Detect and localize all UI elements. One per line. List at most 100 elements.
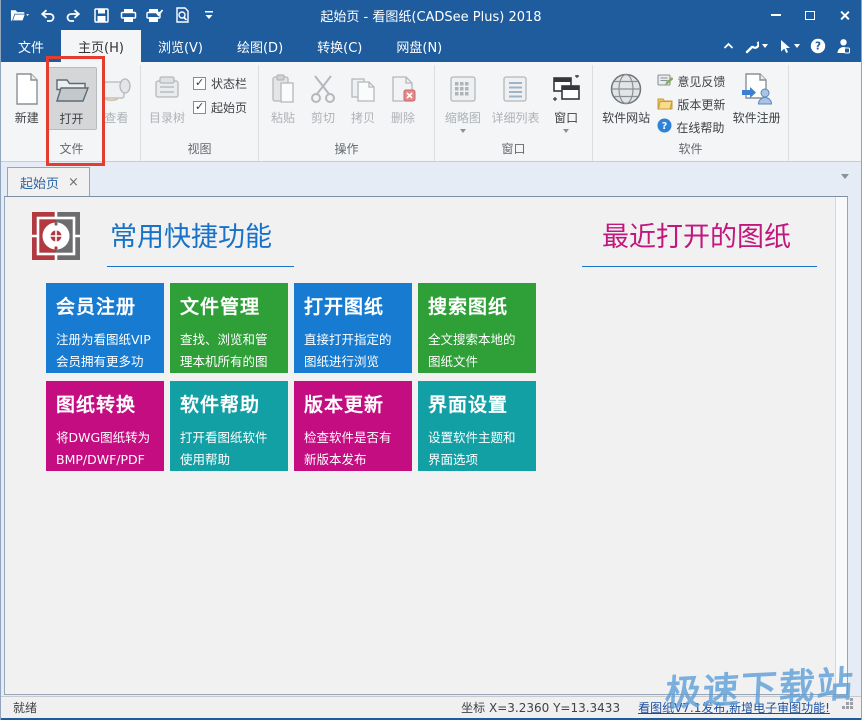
save-icon[interactable]: [91, 4, 111, 26]
maximize-button[interactable]: [793, 1, 827, 29]
tab-home[interactable]: 主页(H): [61, 30, 141, 62]
view-scroll-icon: [100, 71, 132, 107]
tab-start-page[interactable]: 起始页 ×: [7, 167, 90, 196]
main-area: 常用快捷功能 最近打开的图纸 会员注册 注册为看图纸VIP会员拥有更多功能 文件…: [1, 196, 861, 696]
cursor-mode-icon[interactable]: [778, 39, 800, 54]
ribbon-group-label: 操作: [263, 138, 430, 161]
cut-icon: [309, 71, 337, 107]
software-register-button[interactable]: 软件注册: [729, 67, 784, 128]
online-help-button[interactable]: ? 在线帮助: [657, 118, 725, 137]
print-preview-icon[interactable]: [172, 4, 192, 26]
directory-tree-icon: [152, 71, 182, 107]
tab-convert[interactable]: 转换(C): [300, 30, 379, 62]
tile-ui-settings[interactable]: 界面设置 设置软件主题和界面选项: [418, 381, 536, 471]
tab-file[interactable]: 文件: [1, 30, 61, 62]
ribbon-group-edit: 粘贴 剪切 拷贝 删除: [259, 65, 435, 161]
start-page-content: 常用快捷功能 最近打开的图纸 会员注册 注册为看图纸VIP会员拥有更多功能 文件…: [4, 196, 848, 695]
detail-list-button[interactable]: 详细列表: [487, 67, 545, 128]
ribbon-group-software: 软件网站 意见反馈 版本更新: [593, 65, 789, 161]
tab-start-page-label: 起始页: [20, 173, 59, 192]
customize-quick-access-icon[interactable]: [199, 4, 219, 26]
ribbon-group-label: 窗口: [439, 138, 588, 161]
startpage-checkbox[interactable]: 起始页: [193, 99, 247, 116]
delete-icon: [389, 71, 417, 107]
ribbon-tab-bar: 文件 主页(H) 浏览(V) 绘图(D) 转换(C) 网盘(N) ?: [1, 30, 861, 62]
open-button[interactable]: 打开: [46, 67, 96, 130]
minimize-button[interactable]: [759, 1, 793, 29]
view-button[interactable]: 查看: [97, 67, 136, 128]
chevron-down-icon: [460, 129, 466, 133]
delete-button[interactable]: 删除: [383, 67, 423, 128]
feedback-button[interactable]: 意见反馈: [657, 72, 725, 91]
thumbnails-button[interactable]: 缩略图: [439, 67, 487, 135]
tools-wrench-icon[interactable]: [744, 39, 768, 54]
print-settings-icon[interactable]: [145, 4, 165, 26]
tile-member-register[interactable]: 会员注册 注册为看图纸VIP会员拥有更多功能: [46, 283, 164, 373]
globe-icon: [609, 71, 643, 107]
register-icon: [740, 71, 774, 107]
help-icon[interactable]: ?: [810, 38, 826, 54]
tile-open-drawing[interactable]: 打开图纸 直接打开指定的图纸进行浏览: [294, 283, 412, 373]
copy-icon: [349, 71, 377, 107]
app-window: 起始页 - 看图纸(CADSee Plus) 2018 文件 主页(H) 浏览(…: [0, 0, 862, 720]
shortcut-tiles: 会员注册 注册为看图纸VIP会员拥有更多功能 文件管理 查找、浏览和管理本机所有…: [46, 283, 847, 471]
feedback-icon: [657, 72, 673, 91]
status-coordinates: 坐标 X=3.2360 Y=13.3433: [461, 699, 620, 716]
common-shortcuts-header: 常用快捷功能: [107, 211, 294, 267]
tile-version-update[interactable]: 版本更新 检查软件是否有新版本发布: [294, 381, 412, 471]
tab-list-dropdown-icon[interactable]: [841, 174, 849, 179]
app-logo: [31, 211, 81, 261]
close-button[interactable]: [827, 1, 861, 29]
tile-software-help[interactable]: 软件帮助 打开看图纸软件使用帮助: [170, 381, 288, 471]
copy-button[interactable]: 拷贝: [343, 67, 383, 128]
print-icon[interactable]: [118, 4, 138, 26]
open-folder-icon: [54, 72, 90, 108]
tile-convert-drawing[interactable]: 图纸转换 将DWG图纸转为BMP/DWF/PDF: [46, 381, 164, 471]
ribbon-group-label: 软件: [597, 138, 784, 161]
title-bar: 起始页 - 看图纸(CADSee Plus) 2018: [1, 0, 861, 30]
maximize-icon: [805, 11, 815, 20]
tile-search-drawing[interactable]: 搜索图纸 全文搜索本地的图纸文件: [418, 283, 536, 373]
cut-button[interactable]: 剪切: [303, 67, 343, 128]
ribbon-group-file: 新建 打开 查看 文件: [3, 65, 141, 161]
window-controls: [759, 1, 861, 29]
tile-file-manage[interactable]: 文件管理 查找、浏览和管理本机所有的图纸: [170, 283, 288, 373]
windows-cascade-icon: [551, 71, 581, 107]
statusbar-checkbox[interactable]: 状态栏: [193, 75, 247, 92]
new-button[interactable]: 新建: [7, 67, 46, 128]
user-account-icon[interactable]: [836, 38, 851, 54]
quick-access-toolbar: [1, 4, 219, 26]
version-update-button[interactable]: 版本更新: [657, 95, 725, 114]
ribbon-group-label: 视图: [145, 138, 254, 161]
collapse-ribbon-icon[interactable]: [723, 42, 734, 50]
status-ready: 就绪: [1, 699, 37, 716]
undo-icon[interactable]: [37, 4, 57, 26]
software-website-button[interactable]: 软件网站: [597, 67, 655, 128]
new-document-icon: [14, 71, 40, 107]
redo-icon[interactable]: [64, 4, 84, 26]
vertical-scrollbar[interactable]: [835, 197, 847, 694]
thumbnails-icon: [449, 71, 477, 107]
directory-tree-button[interactable]: 目录树: [145, 67, 189, 128]
minimize-icon: [771, 14, 781, 16]
paste-icon: [270, 71, 296, 107]
checkbox-checked-icon: [193, 101, 206, 114]
tab-draw[interactable]: 绘图(D): [220, 30, 300, 62]
tab-browse[interactable]: 浏览(V): [141, 30, 220, 62]
window-button[interactable]: 窗口: [544, 67, 588, 135]
ribbon-group-view: 目录树 状态栏 起始页 视图: [141, 65, 259, 161]
news-link[interactable]: 看图纸V7.1发布,新增电子审图功能!: [638, 699, 830, 716]
checkbox-checked-icon: [193, 77, 206, 90]
tab-netdisk[interactable]: 网盘(N): [379, 30, 459, 62]
svg-text:?: ?: [662, 121, 668, 132]
update-folder-icon: [657, 95, 673, 114]
ribbon: 新建 打开 查看 文件: [1, 62, 861, 162]
tab-close-icon[interactable]: ×: [68, 176, 79, 189]
ribbon-group-window: 缩略图 详细列表 窗口 窗口: [435, 65, 593, 161]
document-tab-strip: 起始页 ×: [1, 162, 861, 196]
open-file-icon[interactable]: [10, 4, 30, 26]
chevron-down-icon: [563, 129, 569, 133]
paste-button[interactable]: 粘贴: [263, 67, 303, 128]
ribbon-group-label: 文件: [7, 138, 136, 161]
resize-grip[interactable]: [842, 706, 845, 709]
